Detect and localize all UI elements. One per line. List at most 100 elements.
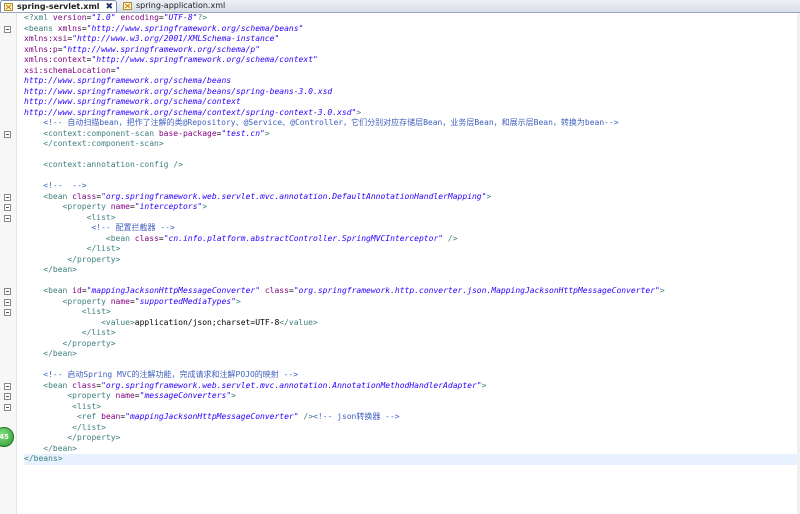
code-line[interactable]: <bean class="org.springframework.web.ser… [24,381,800,392]
fold-toggle-icon[interactable] [4,204,11,211]
code-line[interactable] [24,171,800,182]
code-line[interactable]: <context:annotation-config /> [24,160,800,171]
code-line[interactable]: <value>application/json;charset=UTF-8</v… [24,318,800,329]
code-token: <property [67,391,116,400]
tab-spring-servlet-xml[interactable]: spring-servlet.xml ✖ [0,0,117,12]
code-line[interactable]: <bean id="mappingJacksonHttpMessageConve… [24,286,800,297]
xml-file-icon [4,3,13,11]
close-tab-icon[interactable]: ✖ [105,1,113,13]
code-line[interactable]: <context:component-scan base-package="te… [24,129,800,140]
code-line[interactable]: <property name="interceptors"> [24,202,800,213]
code-line[interactable] [24,276,800,287]
code-token: xsi:schemaLocation [24,65,111,75]
code-token: <bean [43,191,73,201]
code-token: </property> [67,254,121,264]
fold-toggle-icon[interactable] [4,288,11,295]
code-line[interactable]: <!-- 启动Spring MVC的注解功能，完成请求和注解POJO的映射 --… [24,370,800,381]
code-token: /> [443,233,458,243]
code-token: > [481,380,487,390]
code-line[interactable]: <list> [24,402,800,413]
code-token: </beans> [24,454,63,463]
code-token: class [72,191,97,201]
code-line[interactable]: </list> [24,423,800,434]
fold-toggle-icon[interactable] [4,298,11,306]
code-token: <property [62,296,111,306]
code-token: > [356,107,362,117]
code-token: " [115,65,121,75]
code-line[interactable]: </list> [24,328,800,339]
code-line[interactable]: </bean> [24,444,800,455]
code-line[interactable]: <property name="supportedMediaTypes"> [24,297,800,308]
code-line[interactable]: <!-- 配置拦截器 --> [24,223,800,234]
code-line[interactable]: </bean> [24,265,800,276]
code-line[interactable]: <beans xmlns="http://www.springframework… [24,24,800,35]
code-line[interactable]: xmlns:xsi="http://www.w3.org/2001/XMLSch… [24,34,800,45]
xml-editor[interactable]: <?xml version="1.0" encoding="UTF-8"?> <b… [24,13,800,465]
code-token: "org.springframework.web.servlet.mvc.ann… [101,380,482,390]
code-line[interactable]: <bean class="org.springframework.web.ser… [24,192,800,203]
code-line[interactable]: </property> [24,255,800,266]
code-line[interactable]: http://www.springframework.org/schema/be… [24,87,800,98]
code-line[interactable]: xsi:schemaLocation=" [24,66,800,77]
code-token: </bean> [43,265,77,274]
code-line[interactable]: http://www.springframework.org/schema/co… [24,97,800,108]
tab-spring-application-xml[interactable]: spring-application.xml [120,0,240,12]
code-token: "mappingJacksonHttpMessageConverter" [86,286,261,295]
code-token: <list> [81,307,111,316]
fold-toggle-icon[interactable] [4,193,11,201]
fold-toggle-icon[interactable] [4,309,11,316]
fold-toggle-icon[interactable] [4,25,11,33]
code-line[interactable]: </beans> [24,454,800,465]
fold-toggle-icon[interactable] [4,214,11,222]
code-token: <value> [101,317,135,327]
code-token: version [52,13,87,22]
code-line[interactable]: <!-- --> [24,181,800,192]
code-token: <beans [24,23,58,33]
code-token: <list> [72,401,102,411]
code-token: class [264,286,289,295]
code-line[interactable]: </list> [24,244,800,255]
code-token: http://www.springframework.org/schema/be… [24,86,333,96]
code-line[interactable]: xmlns:p="http://www.springframework.org/… [24,45,800,56]
code-token: /> [298,412,314,421]
code-line[interactable]: xmlns:context="http://www.springframewor… [24,55,800,66]
code-line[interactable]: <list> [24,307,800,318]
code-line[interactable]: </property> [24,339,800,350]
code-token: "org.springframework.web.servlet.mvc.ann… [101,191,487,201]
code-line[interactable]: <?xml version="1.0" encoding="UTF-8"?> [24,13,800,24]
code-token: <!-- --> [43,181,87,190]
code-token: "http://www.springframework.org/schema/c… [91,55,318,64]
code-token: <context:component-scan [43,128,159,138]
code-token: <list> [86,212,116,222]
code-line[interactable]: </property> [24,433,800,444]
fold-toggle-icon[interactable] [4,403,11,411]
code-line[interactable]: http://www.springframework.org/schema/co… [24,108,800,119]
code-token: </list> [72,422,106,432]
code-line[interactable]: <!-- 自动扫描bean，把作了注解的类@Repository、@Servic… [24,118,800,129]
code-token: <bean [43,380,73,390]
fold-toggle-icon[interactable] [4,382,11,390]
code-line[interactable]: </bean> [24,349,800,360]
fold-toggle-icon[interactable] [4,130,11,138]
code-line[interactable] [24,360,800,371]
code-line[interactable]: http://www.springframework.org/schema/be… [24,76,800,87]
code-line[interactable]: <bean class="cn.info.platform.abstractCo… [24,234,800,245]
code-line[interactable]: <ref bean="mappingJacksonHttpMessageConv… [24,412,800,423]
code-line[interactable]: </context:component-scan> [24,139,800,150]
code-line[interactable]: <list> [24,213,800,224]
code-line[interactable] [24,150,800,161]
code-token: "1.0" [91,13,116,22]
code-token: name [110,202,130,211]
fold-toggle-icon[interactable] [4,393,11,400]
code-token: "http://www.springframework.org/schema/p… [62,44,261,54]
code-line[interactable]: <property name="messageConverters"> [24,391,800,402]
